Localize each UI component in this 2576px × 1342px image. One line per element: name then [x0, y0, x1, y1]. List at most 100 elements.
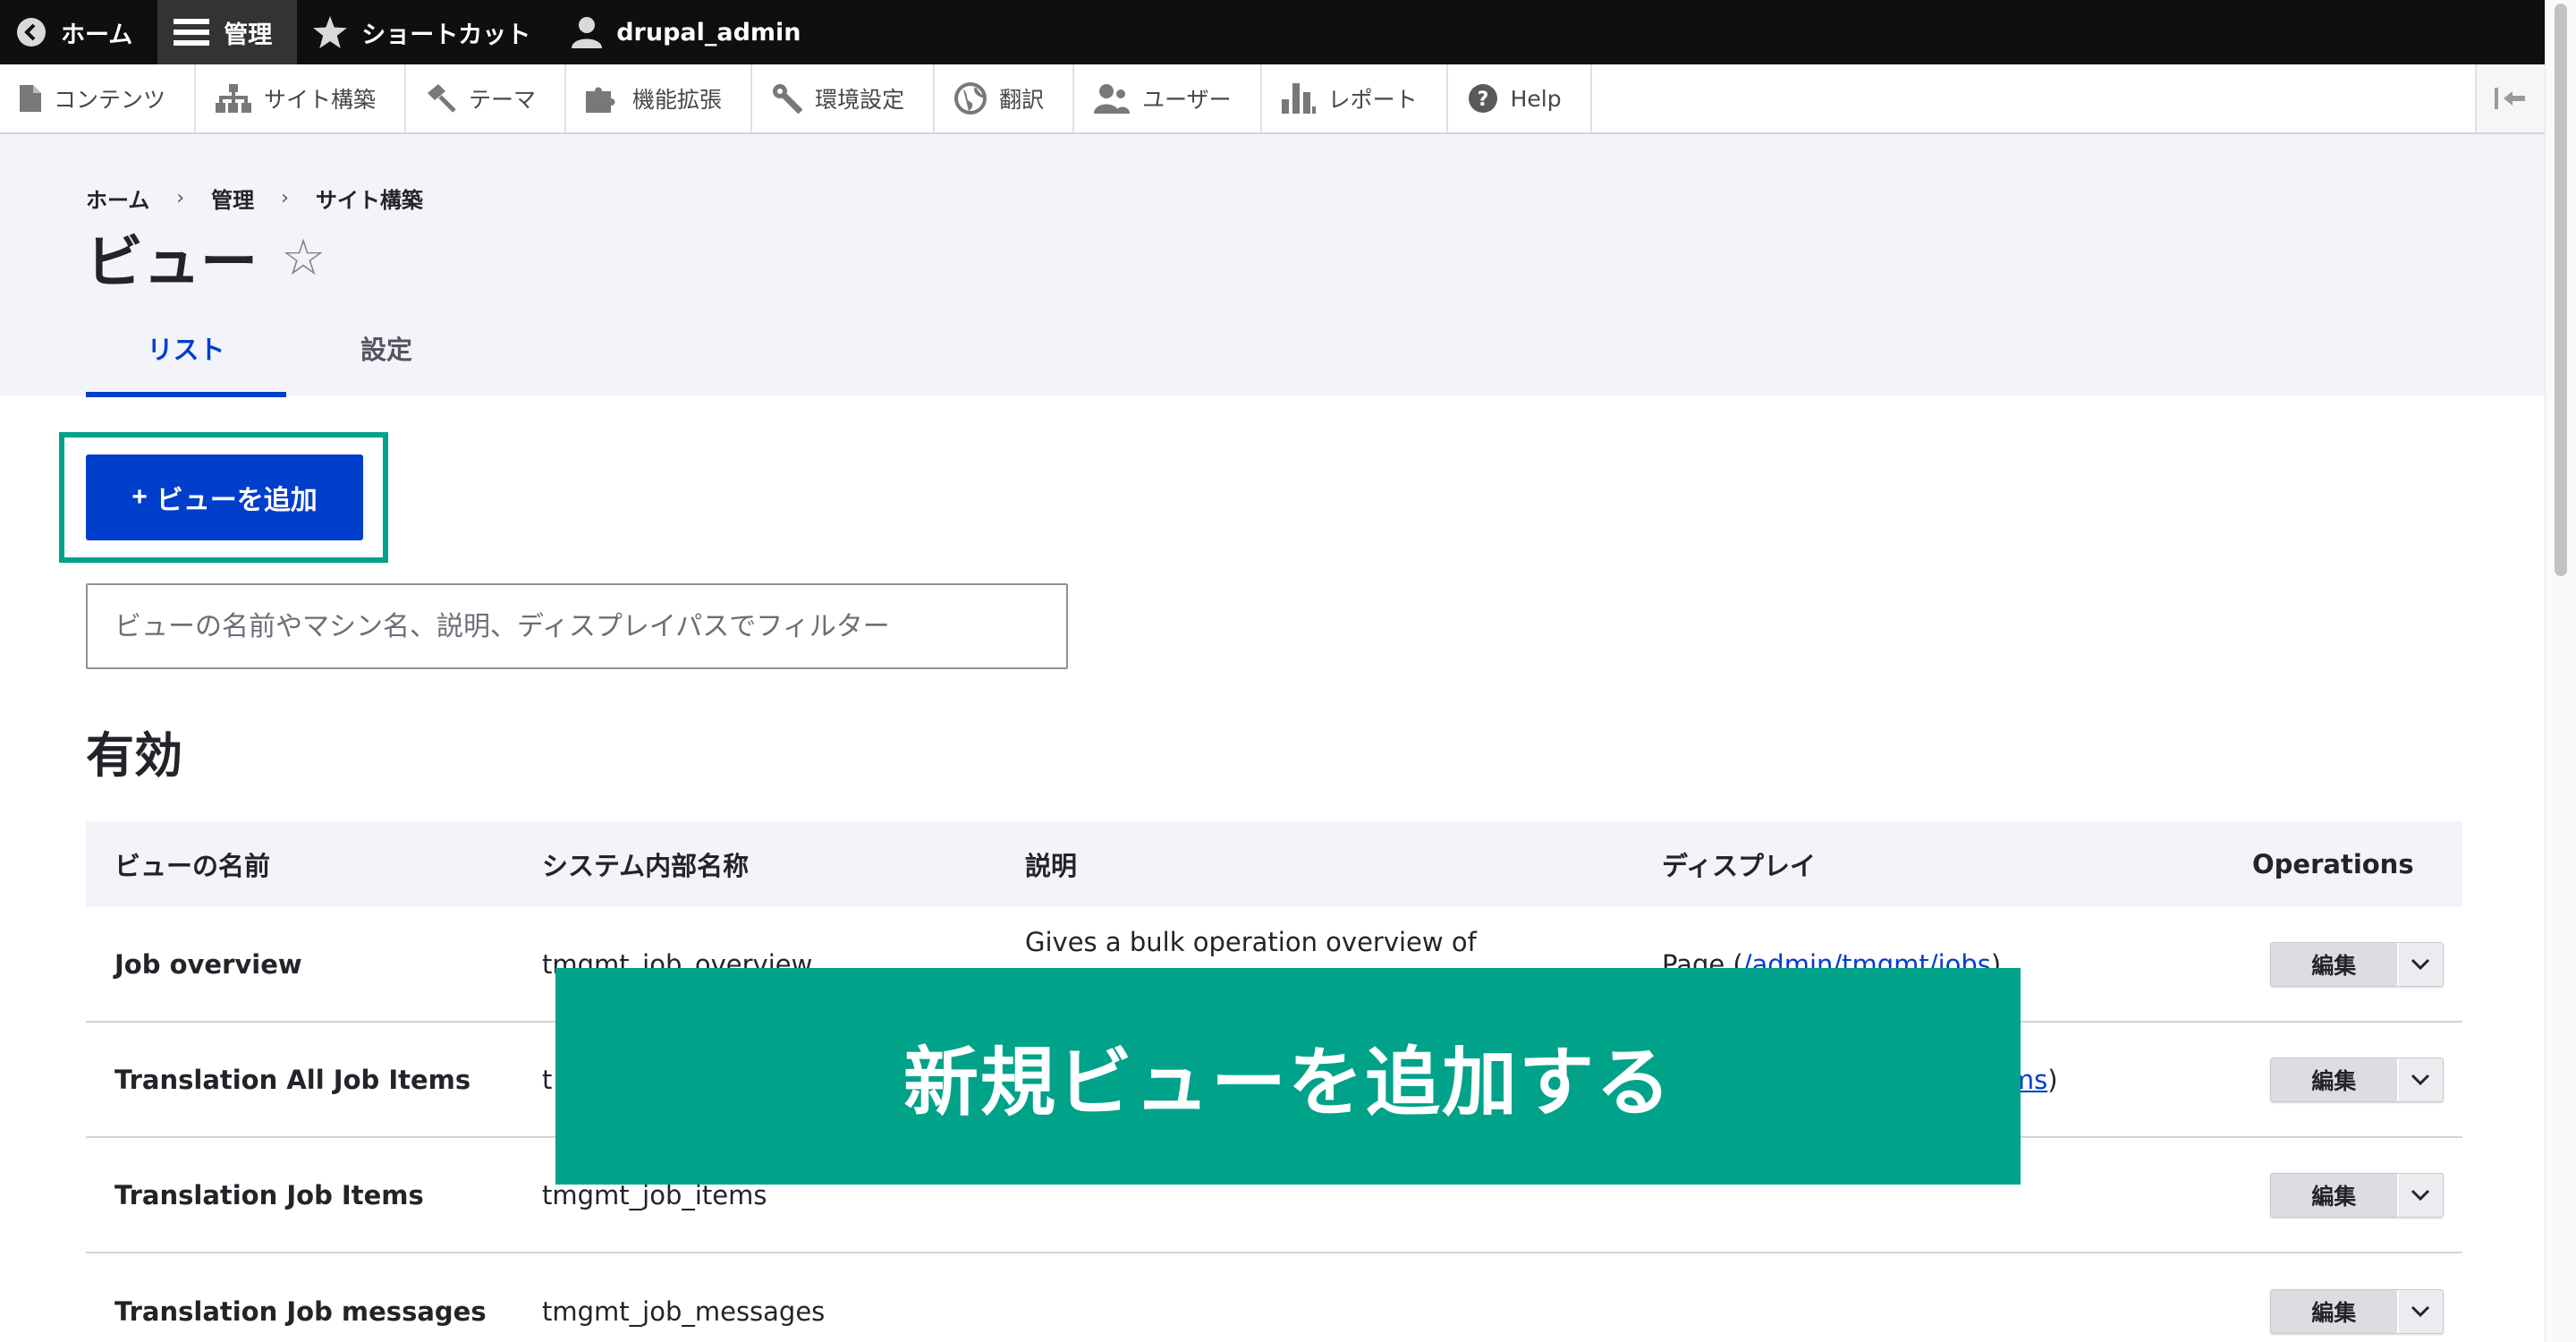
breadcrumb-separator: › [176, 187, 185, 209]
tray-item-label: Help [1510, 85, 1562, 112]
operations-toggle[interactable] [2396, 1057, 2443, 1101]
operations-dropbutton: 編集 [2270, 1057, 2444, 1102]
sitemap-icon [216, 84, 252, 113]
tray-item-structure[interactable]: サイト構築 [196, 64, 407, 132]
tray-item-label: テーマ [469, 87, 537, 113]
operations-dropbutton: 編集 [2270, 941, 2444, 987]
view-name: Job overview [114, 948, 302, 980]
svg-text:?: ? [1477, 89, 1488, 111]
operations-dropbutton: 編集 [2270, 1172, 2444, 1218]
breadcrumb-home[interactable]: ホーム [86, 183, 149, 214]
user-icon [572, 17, 603, 48]
tray-item-translate[interactable]: 翻訳 [935, 64, 1075, 132]
header-display: ディスプレイ [1662, 851, 1816, 881]
menu-icon [174, 19, 210, 46]
table-header: ビューの名前 システム内部名称 説明 ディスプレイ Operations [86, 821, 2462, 907]
view-name: Translation Job messages [114, 1295, 487, 1327]
tray-item-label: 環境設定 [815, 87, 905, 113]
add-view-label: ビューを追加 [156, 486, 318, 515]
toolbar-shortcuts-label: ショートカット [361, 21, 531, 49]
operations-dropbutton: 編集 [2270, 1288, 2444, 1334]
page-scrollbar[interactable] [2545, 0, 2576, 1342]
header-machine: システム内部名称 [542, 851, 750, 881]
wrench-icon [773, 84, 803, 114]
tray-item-people[interactable]: ユーザー [1074, 64, 1262, 132]
collapse-icon [2495, 88, 2525, 109]
toolbar-manage-label: 管理 [224, 21, 273, 49]
admin-toolbar: ホーム 管理 ショートカット drupal_admin [0, 0, 2576, 64]
toolbar-user[interactable]: drupal_admin [555, 0, 826, 64]
toolbar-user-label: drupal_admin [616, 18, 801, 47]
plus-icon: + [131, 482, 148, 512]
page-header: ホーム › 管理 › サイト構築 ビュー ☆ リスト 設定 [0, 134, 2545, 397]
tray-item-label: 機能拡張 [632, 87, 723, 113]
tray-item-label: サイト構築 [264, 87, 377, 113]
paint-roller-icon [428, 84, 456, 113]
tray-item-config[interactable]: 環境設定 [752, 64, 936, 132]
header-name: ビューの名前 [114, 851, 271, 881]
star-icon [313, 16, 347, 48]
chevron-down-icon [2411, 1305, 2430, 1317]
scrollbar-thumb[interactable] [2555, 4, 2567, 576]
operations-cell: 編集 [2252, 1288, 2462, 1334]
chevron-down-icon [2411, 958, 2430, 970]
enabled-section-title: 有効 [86, 727, 182, 784]
toolbar-home[interactable]: ホーム [0, 0, 157, 64]
tray-item-appearance[interactable]: テーマ [406, 64, 567, 132]
tray-item-extend[interactable]: 機能拡張 [566, 64, 753, 132]
page-title-text: ビュー [86, 230, 258, 296]
edit-button[interactable]: 編集 [2271, 1057, 2397, 1101]
operations-toggle[interactable] [2396, 942, 2443, 986]
operations-toggle[interactable] [2396, 1289, 2443, 1333]
chevron-down-icon [2411, 1189, 2430, 1201]
edit-button[interactable]: 編集 [2271, 1289, 2397, 1333]
header-operations: Operations [2252, 849, 2414, 879]
shortcut-star-icon[interactable]: ☆ [281, 229, 326, 287]
toolbar-manage[interactable]: 管理 [157, 0, 298, 64]
tray-item-content[interactable]: コンテンツ [0, 64, 197, 132]
primary-tabs: リスト 設定 [86, 329, 487, 397]
breadcrumb-manage[interactable]: 管理 [211, 183, 254, 214]
operations-toggle[interactable] [2396, 1173, 2443, 1217]
puzzle-icon [586, 87, 615, 113]
people-icon [1094, 84, 1131, 114]
back-arrow-icon [17, 18, 46, 47]
page-title: ビュー ☆ [86, 217, 326, 299]
tab-list[interactable]: リスト [86, 329, 286, 397]
edit-button[interactable]: 編集 [2271, 1173, 2397, 1217]
view-name: Translation Job Items [114, 1179, 424, 1210]
tab-settings[interactable]: 設定 [286, 329, 487, 388]
header-description: 説明 [1025, 851, 1078, 881]
breadcrumb-structure[interactable]: サイト構築 [316, 183, 423, 214]
table-row: Translation Job messages tmgmt_job_messa… [86, 1253, 2462, 1342]
operations-cell: 編集 [2252, 1057, 2462, 1102]
file-icon [20, 85, 41, 112]
view-description [1007, 1253, 1644, 1273]
toolbar-shortcuts[interactable]: ショートカット [297, 0, 555, 64]
bar-chart-icon [1281, 83, 1316, 114]
chevron-down-icon [2411, 1074, 2430, 1085]
view-description: Gives a bulk operation overview of [1025, 927, 1477, 957]
toolbar-home-label: ホーム [61, 21, 133, 49]
add-view-button[interactable]: + ビューを追加 [86, 454, 363, 540]
tray-item-help[interactable]: ? Help [1448, 64, 1592, 132]
display-suffix: ) [2047, 1064, 2058, 1095]
breadcrumb-separator: › [281, 187, 289, 209]
tray-item-label: 翻訳 [999, 87, 1045, 113]
tray-item-label: コンテンツ [54, 87, 166, 113]
breadcrumb: ホーム › 管理 › サイト構築 [86, 183, 423, 214]
admin-tray: コンテンツ サイト構築 テーマ 機能拡張 環境設定 翻訳 ユーザー レポート ?… [0, 64, 2545, 134]
annotation-banner: 新規ビューを追加する [555, 968, 2021, 1185]
tray-orientation-toggle[interactable] [2475, 64, 2545, 132]
operations-cell: 編集 [2252, 941, 2462, 987]
tray-item-label: レポート [1327, 87, 1418, 113]
globe-icon [954, 82, 987, 115]
view-filter-input[interactable] [86, 583, 1068, 669]
edit-button[interactable]: 編集 [2271, 942, 2397, 986]
operations-cell: 編集 [2252, 1172, 2462, 1218]
tray-item-reports[interactable]: レポート [1262, 64, 1448, 132]
help-icon: ? [1468, 84, 1497, 113]
view-name: Translation All Job Items [114, 1064, 471, 1095]
tray-item-label: ユーザー [1142, 87, 1232, 113]
view-machine-name: tmgmt_job_messages [542, 1295, 826, 1327]
